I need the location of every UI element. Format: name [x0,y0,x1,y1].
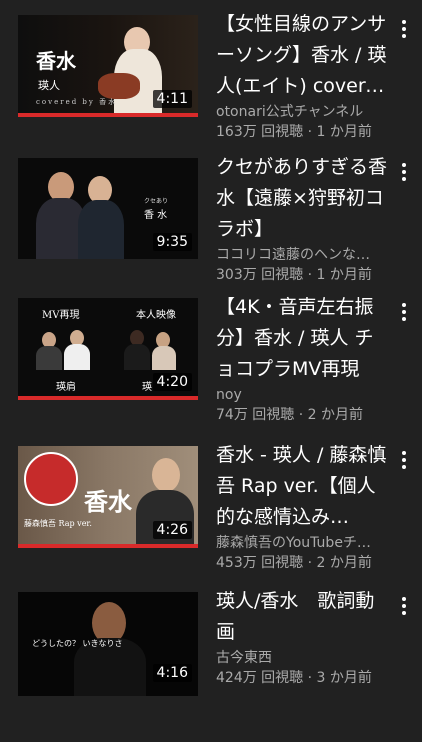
video-list: 香水 瑛人 covered by 香水 4:11 【女性目線のアンサーソング】香… [0,0,422,700]
view-count: 303万 回視聴 [216,267,304,283]
separator: · [294,407,308,423]
thumbnail-title: 香水 [84,487,132,516]
upload-age: 3 か月前 [316,670,372,686]
video-title[interactable]: 【女性目線のアンサーソング】香水 / 瑛人(エイト) covered by [216,9,388,102]
duration-badge: 4:20 [152,373,192,391]
thumbnail-title: 香 水 [144,210,168,221]
video-stats: 163万 回視聴 · 1 か月前 [216,122,388,142]
duration-badge: 4:11 [152,90,192,108]
thumbnail-small-text: クセあり [144,198,169,205]
view-count: 424万 回視聴 [216,670,304,686]
watch-progress-bar [18,396,198,400]
channel-name[interactable]: ココリコ遠藤のヘンな… [216,245,388,265]
upload-age: 1 か月前 [316,124,372,140]
video-stats: 303万 回視聴 · 1 か月前 [216,265,388,285]
separator: · [303,670,317,686]
video-title[interactable]: 香水 - 瑛人 / 藤森慎吾 Rap ver.【個人的な感情込み… [216,440,388,533]
upload-age: 1 か月前 [316,267,372,283]
channel-name[interactable]: otonari公式チャンネル [216,102,388,122]
thumbnail-right-label: 本人映像 [136,310,176,321]
channel-name[interactable]: 藤森慎吾のYouTubeチ… [216,533,388,553]
video-item[interactable]: MV再現 本人映像 瑛肩 瑛 4:20 【4K・音声左右振分】香水 / 瑛人 チ… [0,296,422,448]
duration-badge: 4:16 [152,664,192,682]
video-item[interactable]: どうしたの？ いきなりさ 4:16 瑛人/香水 歌詞動画 古今東西 424万 回… [0,590,422,742]
separator: · [303,124,317,140]
video-thumbnail[interactable]: 香水 藤森慎吾 Rap ver. 4:26 [18,446,198,547]
view-count: 453万 回視聴 [216,555,304,571]
channel-name[interactable]: noy [216,385,388,405]
thumbnail-subtitle: 瑛人 [38,79,60,92]
video-title[interactable]: クセがありすぎる香水【遠藤×狩野初コラボ】 [216,152,388,245]
thumbnail-bottom-right: 瑛 [142,382,152,393]
kebab-menu-icon[interactable] [396,160,412,184]
kebab-menu-icon[interactable] [396,300,412,324]
video-stats: 424万 回視聴 · 3 か月前 [216,668,388,688]
video-meta[interactable]: 【女性目線のアンサーソング】香水 / 瑛人(エイト) covered by ot… [216,9,388,142]
video-item[interactable]: 香水 藤森慎吾 Rap ver. 4:26 香水 - 瑛人 / 藤森慎吾 Rap… [0,444,422,596]
video-thumbnail[interactable]: どうしたの？ いきなりさ 4:16 [18,592,198,696]
channel-name[interactable]: 古今東西 [216,648,388,668]
thumbnail-left-label: MV再現 [42,310,80,321]
video-item[interactable]: 香水 瑛人 covered by 香水 4:11 【女性目線のアンサーソング】香… [0,13,422,165]
separator: · [303,555,317,571]
watch-progress-bar [18,544,198,548]
duration-badge: 9:35 [152,233,192,251]
thumbnail-bottom-left: 瑛肩 [56,382,76,393]
view-count: 74万 回視聴 [216,407,295,423]
video-item[interactable]: クセあり 香 水 9:35 クセがありすぎる香水【遠藤×狩野初コラボ】 ココリコ… [0,156,422,308]
thumbnail-caption: どうしたの？ いきなりさ [32,639,123,648]
kebab-menu-icon[interactable] [396,594,412,618]
upload-age: 2 か月前 [316,555,372,571]
video-meta[interactable]: 瑛人/香水 歌詞動画 古今東西 424万 回視聴 · 3 か月前 [216,586,388,688]
video-title[interactable]: 【4K・音声左右振分】香水 / 瑛人 チョコプラMV再現 [216,292,388,385]
view-count: 163万 回視聴 [216,124,304,140]
upload-age: 2 か月前 [307,407,363,423]
video-meta[interactable]: 香水 - 瑛人 / 藤森慎吾 Rap ver.【個人的な感情込み… 藤森慎吾のY… [216,440,388,573]
watch-progress-bar [18,113,198,117]
duration-badge: 4:26 [152,521,192,539]
thumbnail-title: 香水 [36,49,76,73]
video-stats: 453万 回視聴 · 2 か月前 [216,553,388,573]
video-thumbnail[interactable]: 香水 瑛人 covered by 香水 4:11 [18,15,198,116]
separator: · [303,267,317,283]
video-title[interactable]: 瑛人/香水 歌詞動画 [216,586,388,648]
video-thumbnail[interactable]: クセあり 香 水 9:35 [18,158,198,259]
kebab-menu-icon[interactable] [396,17,412,41]
video-stats: 74万 回視聴 · 2 か月前 [216,405,388,425]
thumbnail-caption: covered by 香水 [36,98,118,106]
video-meta[interactable]: クセがありすぎる香水【遠藤×狩野初コラボ】 ココリコ遠藤のヘンな… 303万 回… [216,152,388,285]
thumbnail-subtitle: 藤森慎吾 Rap ver. [24,519,92,528]
kebab-menu-icon[interactable] [396,448,412,472]
video-meta[interactable]: 【4K・音声左右振分】香水 / 瑛人 チョコプラMV再現 noy 74万 回視聴… [216,292,388,425]
video-thumbnail[interactable]: MV再現 本人映像 瑛肩 瑛 4:20 [18,298,198,399]
